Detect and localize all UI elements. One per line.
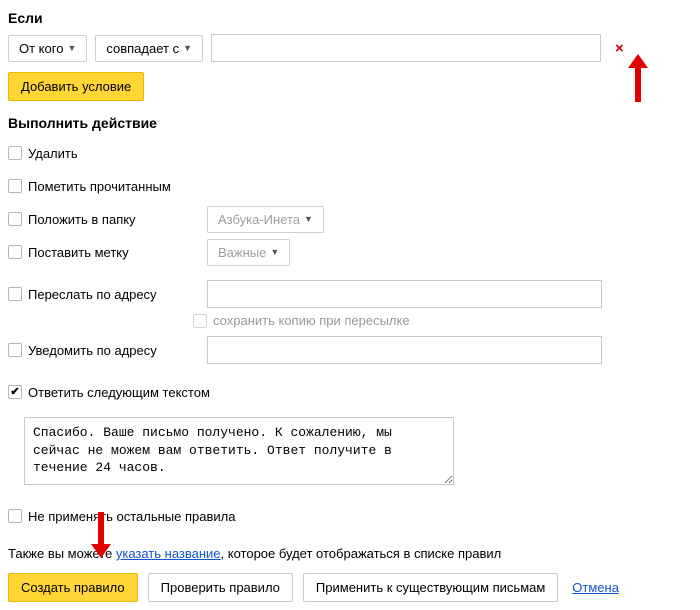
- forward-checkbox-row[interactable]: Переслать по адресу: [8, 287, 193, 302]
- move-folder-label: Положить в папку: [28, 212, 136, 227]
- checkbox-icon: [193, 314, 207, 328]
- create-rule-button[interactable]: Создать правило: [8, 573, 138, 602]
- checkbox-icon: [8, 343, 22, 357]
- remove-condition-icon[interactable]: ×: [615, 40, 624, 57]
- actions-title: Выполнить действие: [8, 115, 692, 131]
- forward-label: Переслать по адресу: [28, 287, 157, 302]
- from-select[interactable]: От кого ▼: [8, 35, 87, 62]
- checkbox-icon: [8, 245, 22, 259]
- delete-label: Удалить: [28, 146, 78, 161]
- dont-apply-others-label: Не применять остальные правила: [28, 509, 235, 524]
- folder-select[interactable]: Азбука-Инета ▼: [207, 206, 324, 233]
- chevron-down-icon: ▼: [67, 43, 76, 53]
- notify-address-input[interactable]: [207, 336, 602, 364]
- checkbox-icon: [8, 146, 22, 160]
- condition-value-input[interactable]: [211, 34, 601, 62]
- dont-apply-others-row[interactable]: Не применять остальные правила: [8, 509, 235, 524]
- label-select-value: Важные: [218, 245, 266, 260]
- match-select[interactable]: совпадает с ▼: [95, 35, 203, 62]
- footer-buttons: Создать правило Проверить правило Примен…: [8, 573, 692, 602]
- delete-checkbox-row[interactable]: Удалить: [8, 146, 193, 161]
- cancel-link[interactable]: Отмена: [572, 580, 619, 595]
- chevron-down-icon: ▼: [304, 214, 313, 224]
- from-select-label: От кого: [19, 41, 63, 56]
- chevron-down-icon: ▼: [183, 43, 192, 53]
- hint-post: , которое будет отображаться в списке пр…: [221, 546, 502, 561]
- checkbox-icon: [8, 287, 22, 301]
- set-name-link[interactable]: указать название: [116, 546, 221, 561]
- set-label-label: Поставить метку: [28, 245, 129, 260]
- label-select[interactable]: Важные ▼: [207, 239, 290, 266]
- forward-address-input[interactable]: [207, 280, 602, 308]
- reply-label: Ответить следующим текстом: [28, 385, 210, 400]
- check-rule-button[interactable]: Проверить правило: [148, 573, 293, 602]
- mark-read-checkbox-row[interactable]: Пометить прочитанным: [8, 179, 193, 194]
- notify-label: Уведомить по адресу: [28, 343, 157, 358]
- reply-checkbox-row[interactable]: Ответить следующим текстом: [8, 385, 210, 400]
- add-condition-button[interactable]: Добавить условие: [8, 72, 144, 101]
- reply-textarea[interactable]: [24, 417, 454, 485]
- set-label-checkbox-row[interactable]: Поставить метку: [8, 245, 193, 260]
- checkbox-icon: [8, 212, 22, 226]
- annotation-arrow-down: [92, 512, 110, 558]
- keep-copy-row[interactable]: сохранить копию при пересылке: [193, 313, 692, 328]
- checkbox-icon: [8, 509, 22, 523]
- mark-read-label: Пометить прочитанным: [28, 179, 171, 194]
- chevron-down-icon: ▼: [270, 247, 279, 257]
- move-folder-checkbox-row[interactable]: Положить в папку: [8, 212, 193, 227]
- notify-checkbox-row[interactable]: Уведомить по адресу: [8, 343, 193, 358]
- apply-existing-button[interactable]: Применить к существующим письмам: [303, 573, 558, 602]
- checkbox-checked-icon: [8, 385, 22, 399]
- match-select-label: совпадает с: [106, 41, 179, 56]
- checkbox-icon: [8, 179, 22, 193]
- condition-row: От кого ▼ совпадает с ▼ ×: [8, 34, 692, 62]
- keep-copy-label: сохранить копию при пересылке: [213, 313, 410, 328]
- condition-title: Если: [8, 10, 692, 26]
- folder-select-value: Азбука-Инета: [218, 212, 300, 227]
